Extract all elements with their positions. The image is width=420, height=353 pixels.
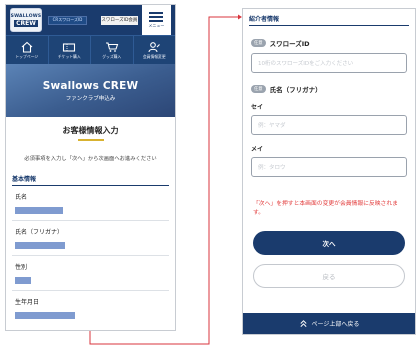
mei-input[interactable]: 例：タロウ [251,157,407,177]
back-button[interactable]: 戻る [253,264,405,288]
top-header-bar: SWALLOWS CREW CRスワローズID スワローズID会員 メニュー [6,5,175,35]
nav-icon-row: トップページ チケット購入 グッズ購入 会員情報変更 [6,35,175,64]
field-label-birthdate: 生年月日 [15,299,40,306]
field-label-name-kana: 氏名（フリガナ） [15,229,64,236]
optional-badge: 任意 [251,39,266,47]
sei-label: セイ [251,104,264,111]
instruction-text: 必須事項を入力し「次へ」から次画面へお進みください [24,156,157,162]
field-value-birthdate [15,312,75,319]
nav-label-ticket: チケット購入 [57,53,81,59]
sei-input[interactable]: 例：ヤマダ [251,115,407,135]
optional-badge: 任意 [251,85,266,93]
mei-label: メイ [251,146,264,153]
back-to-top-label: ページ上部へ戻る [311,321,360,328]
user-edit-icon [148,41,161,52]
swallows-id-label-row: 任意 スワローズID [251,38,407,48]
nav-label-member-info: 会員情報変更 [142,53,166,59]
update-warning-text: 「次へ」を押すと本画面の変更が会員情報に反映されます。 [253,201,398,216]
right-phone-screen: 紹介者情報 任意 スワローズID 10桁のスワローズIDをご入力ください 任意 … [242,8,416,335]
nav-item-goods[interactable]: グッズ購入 [91,36,134,64]
swallows-id-member-button[interactable]: スワローズID会員 [100,15,138,25]
crew-id-badge: CRスワローズID [48,15,87,25]
name-kana-label-row: 任意 氏名（フリガナ） [251,84,407,94]
swallows-crew-logo[interactable]: SWALLOWS CREW [10,8,42,32]
name-kana-label: 氏名（フリガナ） [269,86,322,94]
menu-button[interactable]: メニュー [141,5,171,35]
field-value-name-kana [15,242,65,249]
home-icon [21,41,33,53]
next-button[interactable]: 次へ [253,231,405,255]
basic-info-heading: 基本情報 [12,174,169,186]
field-birthdate: 生年月日 [12,291,169,325]
field-value-name [15,207,63,214]
logo-line1: SWALLOWS [10,13,42,19]
swallows-id-label: スワローズID [269,40,310,48]
back-to-top-bar[interactable]: ページ上部へ戻る [243,313,415,334]
form-title: お客様情報入力 [62,126,119,135]
ticket-icon [63,42,76,52]
referrer-info-heading: 紹介者情報 [249,14,409,26]
menu-label: メニュー [148,22,165,28]
field-gender: 性別 [12,256,169,291]
nav-item-member-info[interactable]: 会員情報変更 [134,36,176,64]
logo-line2: CREW [14,19,38,27]
nav-item-ticket[interactable]: チケット購入 [49,36,91,64]
field-name: 氏名 [12,186,169,221]
nav-label-goods: グッズ購入 [102,53,122,59]
nav-item-top[interactable]: トップページ [6,36,49,64]
field-label-name: 氏名 [15,194,28,201]
field-label-gender: 性別 [15,264,28,271]
hero-banner: Swallows CREW ファンクラブ申込み [6,64,175,117]
hamburger-icon [149,11,164,22]
hero-subtitle: ファンクラブ申込み [65,95,116,102]
nav-label-top: トップページ [15,53,39,59]
hero-title: Swallows CREW [42,79,139,92]
swallows-id-input[interactable]: 10桁のスワローズIDをご入力ください [251,53,407,73]
field-value-gender [15,277,31,284]
field-name-kana: 氏名（フリガナ） [12,221,169,256]
cart-icon [105,41,119,52]
left-phone-screen: SWALLOWS CREW CRスワローズID スワローズID会員 メニュー ト… [5,4,176,331]
title-underline [77,139,104,141]
chevron-up-icon [299,320,307,328]
